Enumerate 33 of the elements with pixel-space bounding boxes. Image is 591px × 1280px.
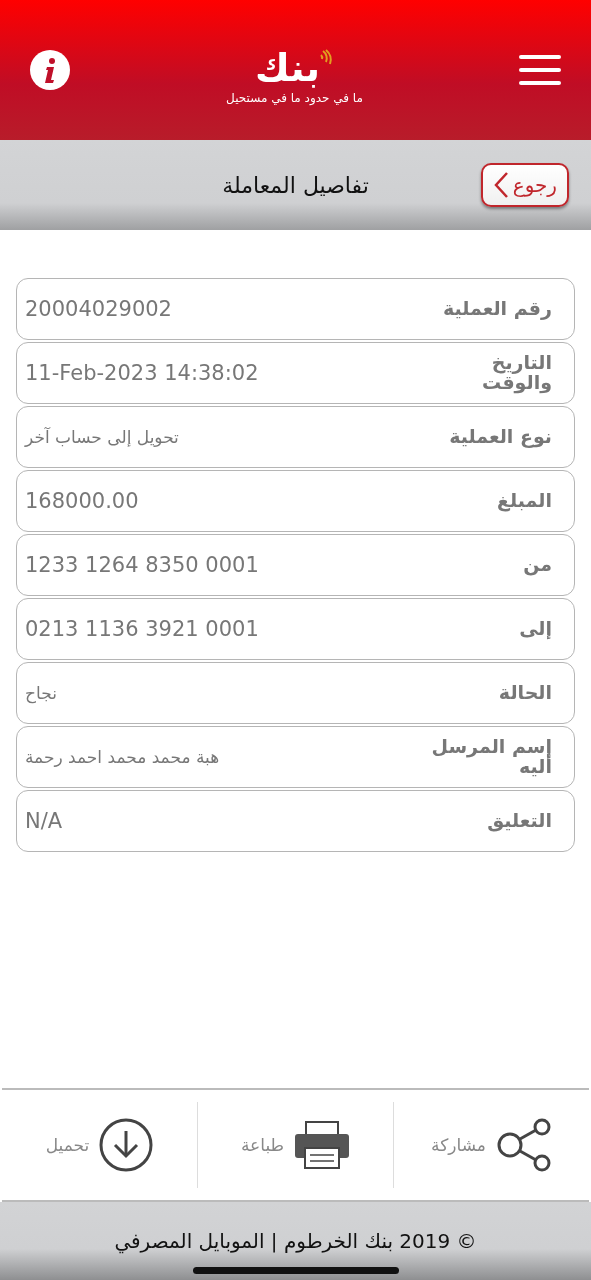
- detail-label: رقم العملية: [441, 299, 552, 319]
- detail-label: نوع العملية: [448, 427, 552, 447]
- detail-value: N/A: [25, 809, 63, 833]
- detail-label: إلى: [518, 619, 552, 639]
- footer-text: © 2019 بنك الخرطوم | الموبايل المصرفي: [114, 1229, 477, 1253]
- detail-label: التاريخ والوقت: [481, 353, 552, 393]
- share-icon: [495, 1118, 552, 1172]
- page-title: تفاصيل المعاملة: [222, 172, 369, 198]
- logo-text: بنك: [254, 49, 321, 87]
- detail-label: الحالة: [497, 683, 552, 703]
- detail-value: 20004029002: [25, 297, 172, 321]
- signal-icon: [320, 49, 335, 67]
- tagline: ما في حدود ما في مستحيل: [226, 91, 363, 105]
- menu-icon[interactable]: [519, 55, 561, 85]
- print-button[interactable]: طباعة: [197, 1102, 393, 1188]
- detail-label: التعليق: [486, 811, 552, 831]
- back-button[interactable]: رجوع: [480, 163, 569, 207]
- download-icon: [99, 1118, 154, 1172]
- info-icon[interactable]: [30, 50, 70, 90]
- detail-label: من: [522, 555, 552, 575]
- detail-value: 1233 1264 8350 0001: [25, 553, 259, 577]
- detail-label: المبلغ: [496, 491, 552, 511]
- detail-value: 168000.00: [25, 489, 139, 513]
- detail-value: نجاح: [25, 683, 57, 703]
- detail-label: إسم المرسل أليه: [430, 737, 552, 777]
- download-button[interactable]: تحميل: [2, 1102, 197, 1188]
- chevron-icon: [492, 171, 509, 199]
- printer-icon: [294, 1121, 351, 1169]
- share-button[interactable]: مشاركة: [393, 1102, 589, 1188]
- detail-value: هبة محمد محمد احمد رحمة: [25, 747, 220, 767]
- detail-value: 11-Feb-2023 14:38:02: [25, 361, 259, 385]
- detail-value: 0213 1136 3921 0001: [25, 617, 259, 641]
- detail-value: تحويل إلى حساب آخر: [25, 427, 179, 447]
